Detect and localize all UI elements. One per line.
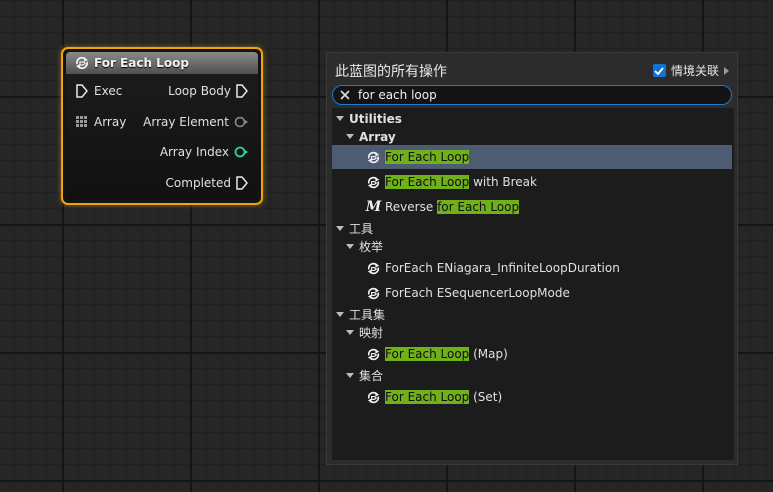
action-menu: 此蓝图的所有操作 情境关联 Utilities Array For Each L… [326,52,738,465]
array-index-pin-label: Array Index [159,145,229,159]
category-enum[interactable]: 枚举 [346,238,746,255]
category-label: 集合 [359,369,384,383]
category-map[interactable]: 映射 [346,324,746,341]
category-label: 工具集 [349,308,386,322]
clear-search-icon[interactable] [339,89,351,101]
menu-title: 此蓝图的所有操作 [335,64,447,80]
loop-icon [366,390,381,405]
category-toolset[interactable]: 工具集 [336,306,736,323]
loop-icon [366,347,381,362]
checkmark-icon [654,66,665,75]
data-pin-icon [234,116,248,128]
expand-arrow-icon[interactable] [336,116,344,121]
category-utilities[interactable]: Utilities [336,110,736,127]
category-array[interactable]: Array [346,128,746,145]
pin-row-array: Array Array Element [66,113,258,131]
category-tools[interactable]: 工具 [336,220,736,237]
item-label: ForEach ESequencerLoopMode [385,286,570,300]
item-label: ForEach ENiagara_InfiniteLoopDuration [385,261,620,275]
item-label-rest: (Map) [469,347,508,361]
completed-pin-label: Completed [165,176,231,190]
search-box[interactable] [332,85,732,105]
expand-arrow-icon[interactable] [346,244,354,249]
array-index-pin[interactable]: Array Index [160,143,248,161]
expand-arrow-icon[interactable] [336,226,344,231]
search-input[interactable] [358,88,718,102]
match-highlight: For Each Loop [385,175,470,189]
match-highlight: for Each Loop [437,200,520,214]
expand-arrow-icon[interactable] [346,134,354,139]
context-checkbox[interactable] [652,64,666,77]
exec-pin[interactable]: Exec [76,82,122,100]
for-each-loop-node[interactable]: For Each Loop Exec Loop Body Array Array… [61,47,263,205]
expand-arrow-icon[interactable] [346,330,354,335]
category-label: 工具 [349,222,374,236]
loop-icon [74,55,90,71]
action-item-for-each-loop[interactable]: For Each Loop [332,145,732,169]
category-set[interactable]: 集合 [346,367,746,384]
exec-pin-icon [76,84,88,98]
action-tree: Utilities Array For Each Loop For Each L… [332,108,734,460]
action-item-for-each-loop-with-break[interactable]: For Each Loop with Break [332,170,732,194]
loop-body-pin-label: Loop Body [168,84,231,98]
match-highlight: For Each Loop [385,390,470,404]
expand-arrow-icon[interactable] [346,373,354,378]
item-label-prefix: Reverse [385,200,438,214]
exec-pin-icon [236,84,248,98]
loop-icon [366,150,381,165]
array-pin-label: Array [94,115,127,129]
category-label: Array [359,129,396,144]
context-label: 情境关联 [670,64,719,78]
node-body: Exec Loop Body Array Array Element Array… [66,74,258,200]
context-sensitive-toggle[interactable]: 情境关联 [652,62,729,79]
loop-icon [366,261,381,276]
item-label-rest: with Break [469,175,537,189]
node-title: For Each Loop [94,56,189,70]
node-header[interactable]: For Each Loop [66,52,258,74]
pin-row-completed: Completed [66,174,258,192]
item-label-rest: (Set) [469,390,503,404]
completed-pin[interactable]: Completed [166,174,248,192]
macro-icon: M [365,199,382,215]
loop-icon [366,175,381,190]
pin-row-exec: Exec Loop Body [66,82,258,100]
action-item-foreach-sequencer[interactable]: ForEach ESequencerLoopMode [332,281,732,305]
category-label: 枚举 [359,240,384,254]
array-pin[interactable]: Array [76,113,126,131]
match-highlight: For Each Loop [385,150,470,164]
action-item-foreach-niagara[interactable]: ForEach ENiagara_InfiniteLoopDuration [332,256,732,280]
array-element-pin-label: Array Element [143,115,229,129]
action-item-for-each-loop-map[interactable]: For Each Loop (Map) [332,342,732,366]
category-label: 映射 [359,326,384,340]
action-item-reverse-for-each-loop[interactable]: M Reverse for Each Loop [332,195,732,219]
integer-pin-icon [234,146,248,158]
loop-icon [366,286,381,301]
exec-pin-icon [236,176,248,190]
array-grid-icon [76,116,87,127]
loop-body-pin[interactable]: Loop Body [168,82,248,100]
array-element-pin[interactable]: Array Element [143,113,248,131]
pin-row-index: Array Index [66,143,258,161]
match-highlight: For Each Loop [385,347,470,361]
chevron-right-icon[interactable] [724,66,729,75]
category-label: Utilities [349,111,402,126]
exec-pin-label: Exec [94,84,123,98]
expand-arrow-icon[interactable] [336,312,344,317]
action-item-for-each-loop-set[interactable]: For Each Loop (Set) [332,385,732,409]
